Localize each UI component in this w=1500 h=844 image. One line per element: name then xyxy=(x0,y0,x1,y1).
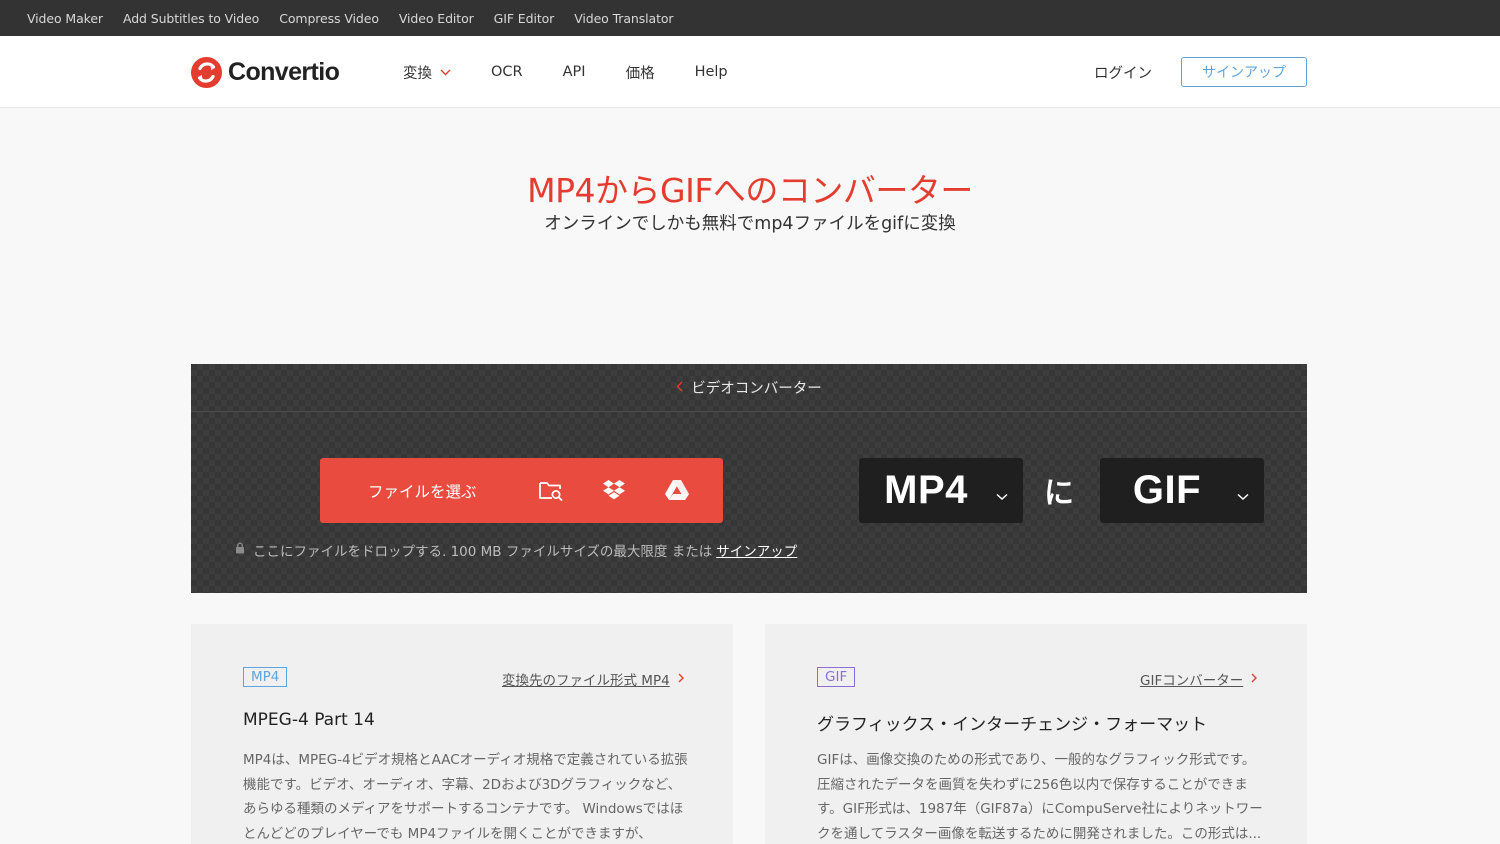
logo-text: Convertio xyxy=(228,57,340,86)
drop-zone-note: ここにファイルをドロップする. 100 MB ファイルサイズの最大限度 または … xyxy=(235,540,797,560)
format-card-title: MPEG-4 Part 14 xyxy=(243,710,375,730)
nav-item-pricing[interactable]: 価格 xyxy=(626,62,655,83)
folder-search-icon[interactable] xyxy=(538,477,564,507)
topbar-link-video-maker[interactable]: Video Maker xyxy=(27,11,103,26)
format-more-link-text: GIFコンバーター xyxy=(1140,673,1244,689)
drop-note-text: ここにファイルをドロップする. 100 MB ファイルサイズの最大限度 または xyxy=(253,544,713,560)
nav-item-convert[interactable]: 変換 xyxy=(403,62,451,83)
chevron-down-icon xyxy=(1237,486,1249,505)
converter-category-title: ビデオコンバーター xyxy=(691,381,822,397)
dropbox-icon[interactable] xyxy=(601,477,627,507)
nav-item-help[interactable]: Help xyxy=(695,64,728,80)
source-format-label: MP4 xyxy=(884,468,968,512)
site-header: Convertio 変換 OCR API 価格 Help ログイン サインアップ xyxy=(0,36,1500,108)
converter-breadcrumb[interactable]: ビデオコンバーター xyxy=(191,364,1307,412)
target-format-select[interactable]: GIF xyxy=(1100,458,1264,523)
top-bar: Video Maker Add Subtitles to Video Compr… xyxy=(0,0,1500,36)
to-label: に xyxy=(1044,476,1074,511)
logo[interactable]: Convertio xyxy=(191,56,340,88)
format-more-link[interactable]: 変換先のファイル形式 MP4 xyxy=(502,669,684,689)
format-card-gif: GIF GIFコンバーター グラフィックス・インターチェンジ・フォーマット GI… xyxy=(765,624,1307,844)
chevron-right-icon xyxy=(1251,671,1258,687)
target-format-label: GIF xyxy=(1132,468,1202,512)
topbar-link-add-subtitles[interactable]: Add Subtitles to Video xyxy=(123,11,259,26)
chevron-left-icon xyxy=(676,380,683,396)
signup-button[interactable]: サインアップ xyxy=(1181,57,1307,87)
login-link[interactable]: ログイン xyxy=(1094,62,1152,83)
chevron-down-icon xyxy=(440,64,451,80)
topbar-link-video-translator[interactable]: Video Translator xyxy=(574,11,673,26)
nav-item-ocr[interactable]: OCR xyxy=(491,64,523,80)
topbar-link-video-editor[interactable]: Video Editor xyxy=(399,11,474,26)
lock-icon xyxy=(235,542,245,558)
choose-files-button[interactable]: ファイルを選ぶ xyxy=(320,458,723,523)
chevron-down-icon xyxy=(996,486,1008,505)
format-more-link[interactable]: GIFコンバーター xyxy=(1140,669,1258,689)
convertio-logo-icon xyxy=(191,56,222,88)
nav-item-convert-label: 変換 xyxy=(403,65,432,82)
converter-panel: ビデオコンバーター ファイルを選ぶ ここにファイルをドロップする. 100 MB… xyxy=(191,364,1307,593)
format-card-mp4: MP4 変換先のファイル形式 MP4 MPEG-4 Part 14 MP4は、M… xyxy=(191,624,733,844)
google-drive-icon[interactable] xyxy=(664,477,690,507)
choose-files-label: ファイルを選ぶ xyxy=(368,483,477,501)
topbar-link-gif-editor[interactable]: GIF Editor xyxy=(494,11,555,26)
source-format-select[interactable]: MP4 xyxy=(859,458,1023,523)
format-badge: MP4 xyxy=(243,667,288,687)
format-card-title: グラフィックス・インターチェンジ・フォーマット xyxy=(817,715,1208,735)
page-title: MP4からGIFへのコンバーター xyxy=(527,171,973,210)
nav-item-api[interactable]: API xyxy=(563,64,586,80)
main-nav: 変換 OCR API 価格 Help xyxy=(403,36,768,108)
format-more-link-text: 変換先のファイル形式 MP4 xyxy=(502,673,670,689)
page-subtitle: オンラインでしかも無料でmp4ファイルをgifに変換 xyxy=(544,214,956,234)
drop-note-signup-link[interactable]: サインアップ xyxy=(716,540,797,560)
chevron-right-icon xyxy=(678,671,684,687)
topbar-link-compress-video[interactable]: Compress Video xyxy=(279,11,379,26)
format-badge: GIF xyxy=(817,667,856,687)
format-card-description: MP4は、MPEG-4ビデオ規格とAACオーディオ規格で定義されている拡張機能で… xyxy=(243,752,688,842)
format-card-description: GIFは、画像交換のための形式であり、一般的なグラフィック形式です。圧縮されたデ… xyxy=(817,752,1263,842)
